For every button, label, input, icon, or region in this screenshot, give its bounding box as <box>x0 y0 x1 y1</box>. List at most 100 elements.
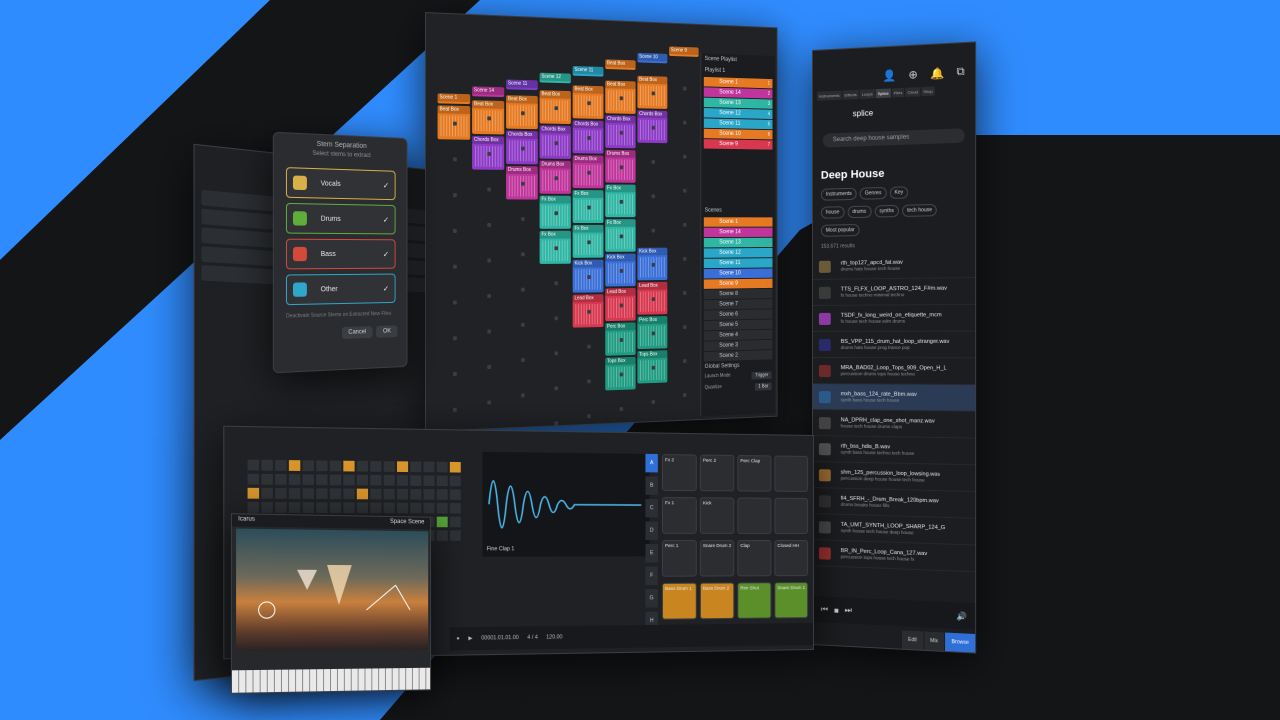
step-cell[interactable] <box>356 460 369 472</box>
step-cell[interactable] <box>343 488 355 500</box>
sample-row[interactable]: rth_top127_apcd_fat.wav drums hats house … <box>812 251 976 280</box>
step-cell[interactable] <box>288 474 301 485</box>
tab-shop[interactable]: Shop <box>921 86 935 97</box>
empty-slot[interactable] <box>587 170 591 175</box>
empty-slot[interactable] <box>521 358 525 363</box>
empty-slot[interactable] <box>452 264 457 269</box>
empty-slot[interactable] <box>452 372 457 377</box>
step-cell[interactable] <box>261 501 273 513</box>
empty-slot[interactable] <box>521 111 525 116</box>
step-cell[interactable] <box>436 475 448 487</box>
step-cell[interactable] <box>370 461 382 472</box>
stem-option-bass[interactable]: Bass ✓ <box>285 238 396 270</box>
step-cell[interactable] <box>302 460 314 472</box>
step-cell[interactable] <box>449 461 461 473</box>
step-cell[interactable] <box>449 489 461 500</box>
sample-row[interactable]: MRA_BAD02_Loop_Tops_909_Open_H_L percussi… <box>812 358 976 386</box>
step-cell[interactable] <box>423 489 435 500</box>
empty-slot[interactable] <box>554 176 559 181</box>
tab-loops[interactable]: Loops <box>859 89 875 99</box>
empty-slot[interactable] <box>487 293 492 299</box>
empty-slot[interactable] <box>521 322 525 327</box>
previous-icon[interactable]: ⏮ <box>821 604 828 614</box>
scene-header-button[interactable]: Beat Box <box>605 59 636 70</box>
step-cell[interactable] <box>316 488 328 500</box>
empty-slot[interactable] <box>554 211 559 216</box>
playlist-item[interactable]: Scene 13 3 <box>703 97 773 109</box>
empty-slot[interactable] <box>554 141 559 146</box>
bank-button[interactable]: G <box>645 589 658 608</box>
step-cell[interactable] <box>275 473 287 485</box>
scene-item[interactable]: Scene 14 <box>703 227 773 238</box>
tab-splice[interactable]: Splice <box>875 88 891 99</box>
empty-slot[interactable] <box>683 154 687 159</box>
empty-slot[interactable] <box>683 86 687 91</box>
empty-slot[interactable] <box>554 281 559 286</box>
step-cell[interactable] <box>261 487 273 499</box>
empty-slot[interactable] <box>651 91 656 96</box>
stem-option-other[interactable]: Other ✓ <box>285 273 396 306</box>
step-cell[interactable] <box>449 516 461 528</box>
empty-slot[interactable] <box>683 120 687 125</box>
empty-slot[interactable] <box>683 393 687 398</box>
empty-slot[interactable] <box>587 205 591 210</box>
scene-header-button[interactable]: Scene 10 <box>637 52 668 64</box>
empty-slot[interactable] <box>619 268 624 273</box>
step-cell[interactable] <box>316 502 328 514</box>
drum-pad[interactable]: Kick <box>699 497 735 534</box>
step-cell[interactable] <box>383 488 395 500</box>
step-cell[interactable] <box>343 460 355 472</box>
tab-files[interactable]: Files <box>891 87 905 98</box>
step-cell[interactable] <box>275 502 287 513</box>
sample-row[interactable]: NA_DPRH_clap_one_shot_manz.wav house tech… <box>812 410 976 439</box>
empty-slot[interactable] <box>651 365 656 370</box>
empty-slot[interactable] <box>554 316 559 321</box>
step-cell[interactable] <box>247 473 260 485</box>
playlist-item[interactable]: Scene 11 5 <box>703 118 773 130</box>
empty-slot[interactable] <box>487 187 492 192</box>
empty-slot[interactable] <box>452 121 457 126</box>
step-cell[interactable] <box>316 460 328 472</box>
preset-name[interactable]: Space Scene <box>390 519 424 527</box>
empty-slot[interactable] <box>554 386 559 391</box>
bank-button[interactable]: A <box>645 453 658 473</box>
scene-item[interactable]: Scene 5 <box>703 319 773 331</box>
empty-slot[interactable] <box>683 291 687 295</box>
empty-slot[interactable] <box>452 300 457 305</box>
stop-icon[interactable]: ■ <box>834 605 839 614</box>
empty-slot[interactable] <box>521 146 525 151</box>
drum-pad[interactable]: Bass Drum 2 <box>699 582 735 620</box>
step-cell[interactable] <box>329 460 342 472</box>
step-cell[interactable] <box>356 488 369 500</box>
drum-pad[interactable]: Snare Drum 1 <box>774 582 809 619</box>
drum-pad[interactable]: Clap <box>737 539 772 577</box>
empty-slot[interactable] <box>521 181 525 186</box>
sample-row[interactable]: shm_125_percussion_loop_lowsing.wav percu… <box>812 462 976 493</box>
empty-slot[interactable] <box>619 130 624 135</box>
playlist-item[interactable]: Scene 14 2 <box>703 87 773 99</box>
step-cell[interactable] <box>370 488 382 500</box>
step-cell[interactable] <box>288 460 301 471</box>
volume-icon[interactable]: 🔊 <box>956 611 966 621</box>
empty-slot[interactable] <box>521 252 525 257</box>
empty-slot[interactable] <box>619 407 624 412</box>
playlist-item[interactable]: Scene 10 6 <box>703 128 773 140</box>
step-cell[interactable] <box>261 459 273 471</box>
step-cell[interactable] <box>436 530 448 541</box>
empty-slot[interactable] <box>651 297 656 302</box>
empty-slot[interactable] <box>587 309 591 314</box>
empty-slot[interactable] <box>452 193 457 198</box>
next-icon[interactable]: ⏭ <box>845 605 852 615</box>
step-cell[interactable] <box>261 473 273 485</box>
bank-button[interactable]: D <box>645 521 658 540</box>
step-cell[interactable] <box>343 502 355 514</box>
empty-slot[interactable] <box>651 160 656 164</box>
deactivate-source-option[interactable]: Deactivate Source Stems on Extracted New… <box>286 311 396 321</box>
scene-header-button[interactable]: Scene 9 <box>669 46 699 57</box>
mode-mix-button[interactable]: Mix <box>924 631 945 651</box>
empty-slot[interactable] <box>619 96 624 101</box>
empty-slot[interactable] <box>587 379 591 384</box>
drum-pad[interactable]: Rim Shot <box>737 582 772 619</box>
step-cell[interactable] <box>410 489 422 500</box>
drum-pad[interactable]: Closed HH <box>774 539 809 577</box>
